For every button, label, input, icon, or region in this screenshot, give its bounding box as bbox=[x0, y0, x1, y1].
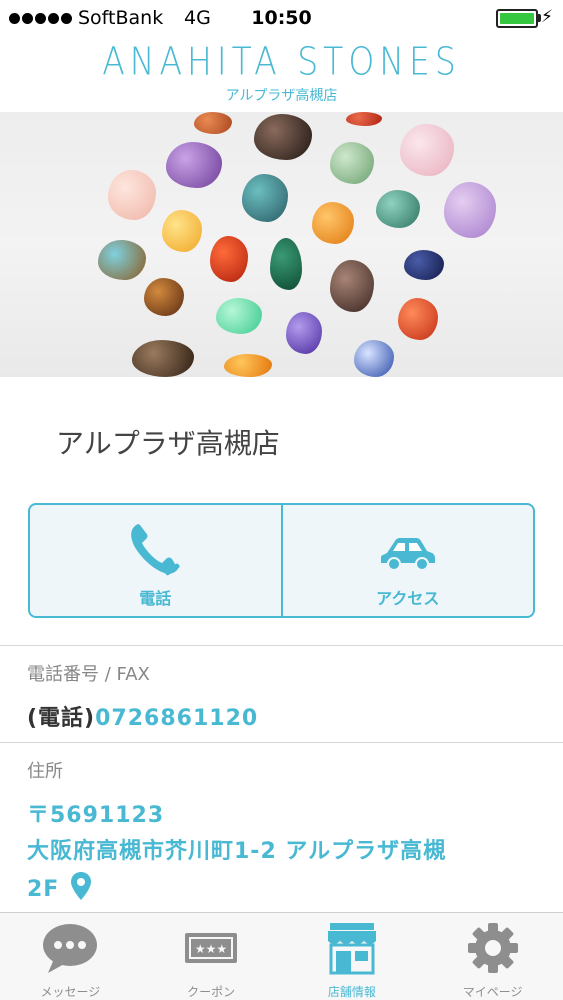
map-pin-icon[interactable] bbox=[69, 871, 93, 901]
tab-coupon-label: クーポン bbox=[187, 985, 236, 999]
tab-mypage[interactable]: マイページ bbox=[422, 913, 563, 1000]
status-time: 10:50 bbox=[251, 7, 312, 29]
address-line-1[interactable]: 大阪府高槻市芥川町1-2 アルプラザ高槻 bbox=[27, 833, 446, 865]
message-icon bbox=[0, 921, 141, 979]
app-header: ANAHITA STONES アルプラザ高槻店 bbox=[0, 38, 563, 112]
brand-logo-subtitle: アルプラザ高槻店 bbox=[225, 88, 338, 104]
store-icon bbox=[282, 921, 423, 979]
address-line-2[interactable]: 2F bbox=[27, 871, 93, 902]
action-buttons: 電話 アクセス bbox=[28, 503, 535, 618]
divider bbox=[0, 645, 563, 646]
access-button-label: アクセス bbox=[376, 589, 440, 608]
divider bbox=[0, 742, 563, 743]
coupon-icon: ★★★ bbox=[141, 921, 282, 979]
tab-store-info[interactable]: 店舗情報 bbox=[282, 913, 423, 1000]
address-section-label: 住所 bbox=[27, 761, 63, 782]
call-button[interactable]: 電話 bbox=[30, 505, 281, 616]
phone-section-label: 電話番号 / FAX bbox=[27, 664, 150, 685]
phone-number-link[interactable]: 0726861120 bbox=[95, 706, 258, 731]
gear-icon bbox=[422, 921, 563, 979]
charging-icon: ⚡ bbox=[541, 7, 553, 27]
address-line-2-text: 2F bbox=[27, 877, 60, 902]
call-button-label: 電話 bbox=[139, 589, 172, 608]
tab-coupon[interactable]: ★★★ クーポン bbox=[141, 913, 282, 1000]
tab-store-info-label: 店舗情報 bbox=[327, 985, 376, 999]
postal-code[interactable]: 〒5691123 bbox=[27, 797, 164, 829]
status-bar: SoftBank 4G 10:50 ⚡ bbox=[0, 0, 563, 38]
tab-message-label: メッセージ bbox=[40, 985, 101, 999]
svg-text:★★★: ★★★ bbox=[195, 942, 227, 956]
phone-icon bbox=[30, 521, 281, 581]
brand-logo: ANAHITA STONES bbox=[102, 39, 461, 84]
battery-icon bbox=[496, 9, 538, 28]
shop-name: アルプラザ高槻店 bbox=[56, 427, 280, 460]
tab-mypage-label: マイページ bbox=[462, 985, 523, 999]
tab-bar: メッセージ ★★★ クーポン 店舗情報 マイページ bbox=[0, 912, 563, 1000]
tab-message[interactable]: メッセージ bbox=[0, 913, 141, 1000]
access-button[interactable]: アクセス bbox=[280, 505, 534, 616]
hero-image bbox=[0, 112, 563, 377]
phone-prefix: (電話) bbox=[27, 706, 96, 731]
car-icon bbox=[283, 521, 534, 581]
phone-line: (電話)0726861120 bbox=[27, 700, 258, 732]
